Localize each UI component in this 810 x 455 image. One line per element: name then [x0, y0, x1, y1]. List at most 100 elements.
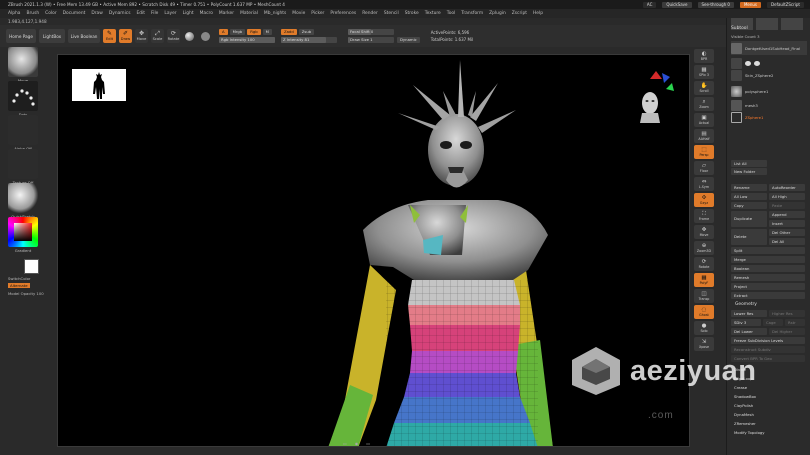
alternate-button[interactable]: Alternate [8, 283, 30, 288]
extract-button[interactable]: Extract [731, 292, 805, 299]
lsym-button[interactable]: ⇔ L.Sym [694, 177, 714, 191]
color-picker[interactable]: Gradient [8, 217, 38, 253]
menu-zscript[interactable]: Zscript [512, 11, 527, 16]
floor-button[interactable]: ▱ Floor [694, 161, 714, 175]
canvas-control-right-icon[interactable]: ▭ [366, 441, 370, 446]
alpha-selector[interactable]: Alpha Off [8, 115, 38, 151]
duplicate-button[interactable]: Duplicate [731, 211, 767, 227]
zsub-toggle[interactable]: Zsub [298, 29, 315, 35]
live-boolean-button[interactable]: Live Boolean [68, 29, 100, 43]
list-all-button[interactable]: List All [731, 160, 767, 167]
new-folder-button[interactable]: New Folder [731, 168, 767, 175]
stroke-selector[interactable]: Dots [8, 81, 38, 117]
lower-res-button[interactable]: Lower Res [731, 310, 767, 317]
draw-button[interactable]: ✐ Draw [119, 29, 132, 43]
solo-button[interactable]: ● Solo [694, 321, 714, 335]
menu-transform[interactable]: Transform [461, 11, 483, 16]
del-all-button[interactable]: Del All [769, 238, 805, 245]
scroll-button[interactable]: ✋ Scroll [694, 81, 714, 95]
menu-file[interactable]: File [151, 11, 158, 16]
cage-button[interactable]: Cage [763, 319, 783, 326]
draw-size-slider[interactable]: Draw Size 1 [348, 37, 394, 43]
z-intensity-slider[interactable]: Z Intensity 81 [281, 37, 337, 43]
subtool-item[interactable]: polysphere1 [731, 84, 807, 98]
focal-shift-slider[interactable]: Focal Shift 0 [348, 29, 394, 35]
menu-color[interactable]: Color [45, 11, 56, 16]
dynamic-toggle[interactable]: Dynamic [397, 37, 420, 43]
subtool-item[interactable]: DontgetUsed1SubHead_Final [731, 41, 807, 55]
delete-button[interactable]: Delete [731, 229, 767, 245]
subtool-item[interactable]: Skin_ZSphere2 [731, 68, 807, 82]
rstr-button[interactable]: Rstr [785, 319, 805, 326]
split-button[interactable]: Split [731, 247, 805, 254]
material-selector[interactable]: QuickSketch [8, 183, 38, 219]
menu-help[interactable]: Help [533, 11, 543, 16]
a-toggle[interactable]: A [219, 29, 228, 35]
bpr-button[interactable]: ◐ BPR [694, 49, 714, 63]
menu-dynamics[interactable]: Dynamics [109, 11, 131, 16]
boolean-button[interactable]: Boolean [731, 265, 805, 272]
menu-zplugin[interactable]: Zplugin [489, 11, 506, 16]
copy-button[interactable]: Copy [731, 202, 767, 209]
all-low-button[interactable]: All Low [731, 193, 767, 200]
persp-button[interactable]: ⬚ Persp [694, 145, 714, 159]
append-button[interactable]: Append [769, 211, 805, 218]
canvas-control-left-icon[interactable]: ▭ [343, 441, 347, 446]
del-lower-button[interactable]: Del Lower [731, 328, 767, 335]
ac-button[interactable]: AC [642, 1, 657, 8]
switch-color-button[interactable]: SwitchColor [8, 276, 30, 281]
default-zscript-button[interactable]: DefaultZScript [767, 1, 804, 8]
orientation-gizmo[interactable] [636, 69, 676, 125]
spix-button[interactable]: ▦ SPix 3 [694, 65, 714, 79]
project-button[interactable]: Project [731, 283, 805, 290]
ghost-button[interactable]: ◌ Ghost [694, 305, 714, 319]
shelf-move-button[interactable]: ✥ Move [694, 225, 714, 239]
del-other-button[interactable]: Del Other [769, 229, 805, 236]
subtool-header[interactable]: Subtool [731, 26, 748, 31]
higher-res-button[interactable]: Higher Res [769, 310, 805, 317]
menu-brush[interactable]: Brush [26, 11, 39, 16]
menu-macro[interactable]: Macro [200, 11, 213, 16]
actual-button[interactable]: ▣ Actual [694, 113, 714, 127]
aahalf-button[interactable]: ▤ AAHalf [694, 129, 714, 143]
menu-stencil[interactable]: Stencil [384, 11, 399, 16]
menu-picker[interactable]: Picker [311, 11, 324, 16]
texture-selector[interactable]: Texture Off [8, 149, 38, 185]
subtool-item[interactable]: ZSphere1 [731, 110, 807, 124]
zoom-button[interactable]: ⌕ Zoom [694, 97, 714, 111]
material-sphere-button[interactable] [183, 29, 196, 43]
rgb-toggle[interactable]: Rgb [247, 29, 261, 35]
mrgb-toggle[interactable]: Mrgb [229, 29, 246, 35]
lightbox-button[interactable]: LightBox [39, 29, 65, 43]
paste-button[interactable]: Paste [769, 202, 805, 209]
shelf-rotate-button[interactable]: ⟳ Rotate [694, 257, 714, 271]
menu-document[interactable]: Document [63, 11, 86, 16]
eye-icon[interactable] [754, 60, 760, 66]
zoom3d-button[interactable]: ⊕ Zoom3D [694, 241, 714, 255]
insert-button[interactable]: Insert [769, 220, 805, 227]
menu-movie[interactable]: Movie [292, 11, 305, 16]
freeze-subdivision-button[interactable]: Freeze SubDivision Levels [731, 337, 805, 344]
transp-button[interactable]: ◫ Transp [694, 289, 714, 303]
move-button[interactable]: ✥ Move [135, 29, 148, 43]
edit-button[interactable]: ✎ Edit [103, 29, 116, 43]
auto-reorder-button[interactable]: AutoReorder [769, 184, 805, 191]
rgb-intensity-slider[interactable]: Rgb Intensity 100 [219, 37, 275, 43]
zremesher-button[interactable]: ZRemesher [731, 420, 805, 427]
menu-draw[interactable]: Draw [91, 11, 102, 16]
menu-render[interactable]: Render [362, 11, 378, 16]
brush-selector[interactable]: Move [8, 47, 38, 83]
menu-mb-nights[interactable]: Mb_nights [264, 11, 286, 16]
geometry-header[interactable]: Geometry [735, 302, 757, 307]
frame-button[interactable]: ⛶ Frame [694, 209, 714, 223]
menus-button[interactable]: Menus [739, 1, 762, 8]
zadd-toggle[interactable]: Zadd [281, 29, 297, 35]
tool-thumb-3[interactable] [781, 18, 803, 30]
modify-topology-button[interactable]: Modify Topology [731, 429, 805, 436]
menu-stroke[interactable]: Stroke [405, 11, 419, 16]
menu-layer[interactable]: Layer [164, 11, 176, 16]
color-swatch-button[interactable] [199, 29, 212, 43]
menu-texture[interactable]: Texture [425, 11, 441, 16]
rotate-button[interactable]: ⟳ Rotate [167, 29, 180, 43]
model-opacity-slider[interactable]: Model Opacity 100 [8, 291, 44, 296]
